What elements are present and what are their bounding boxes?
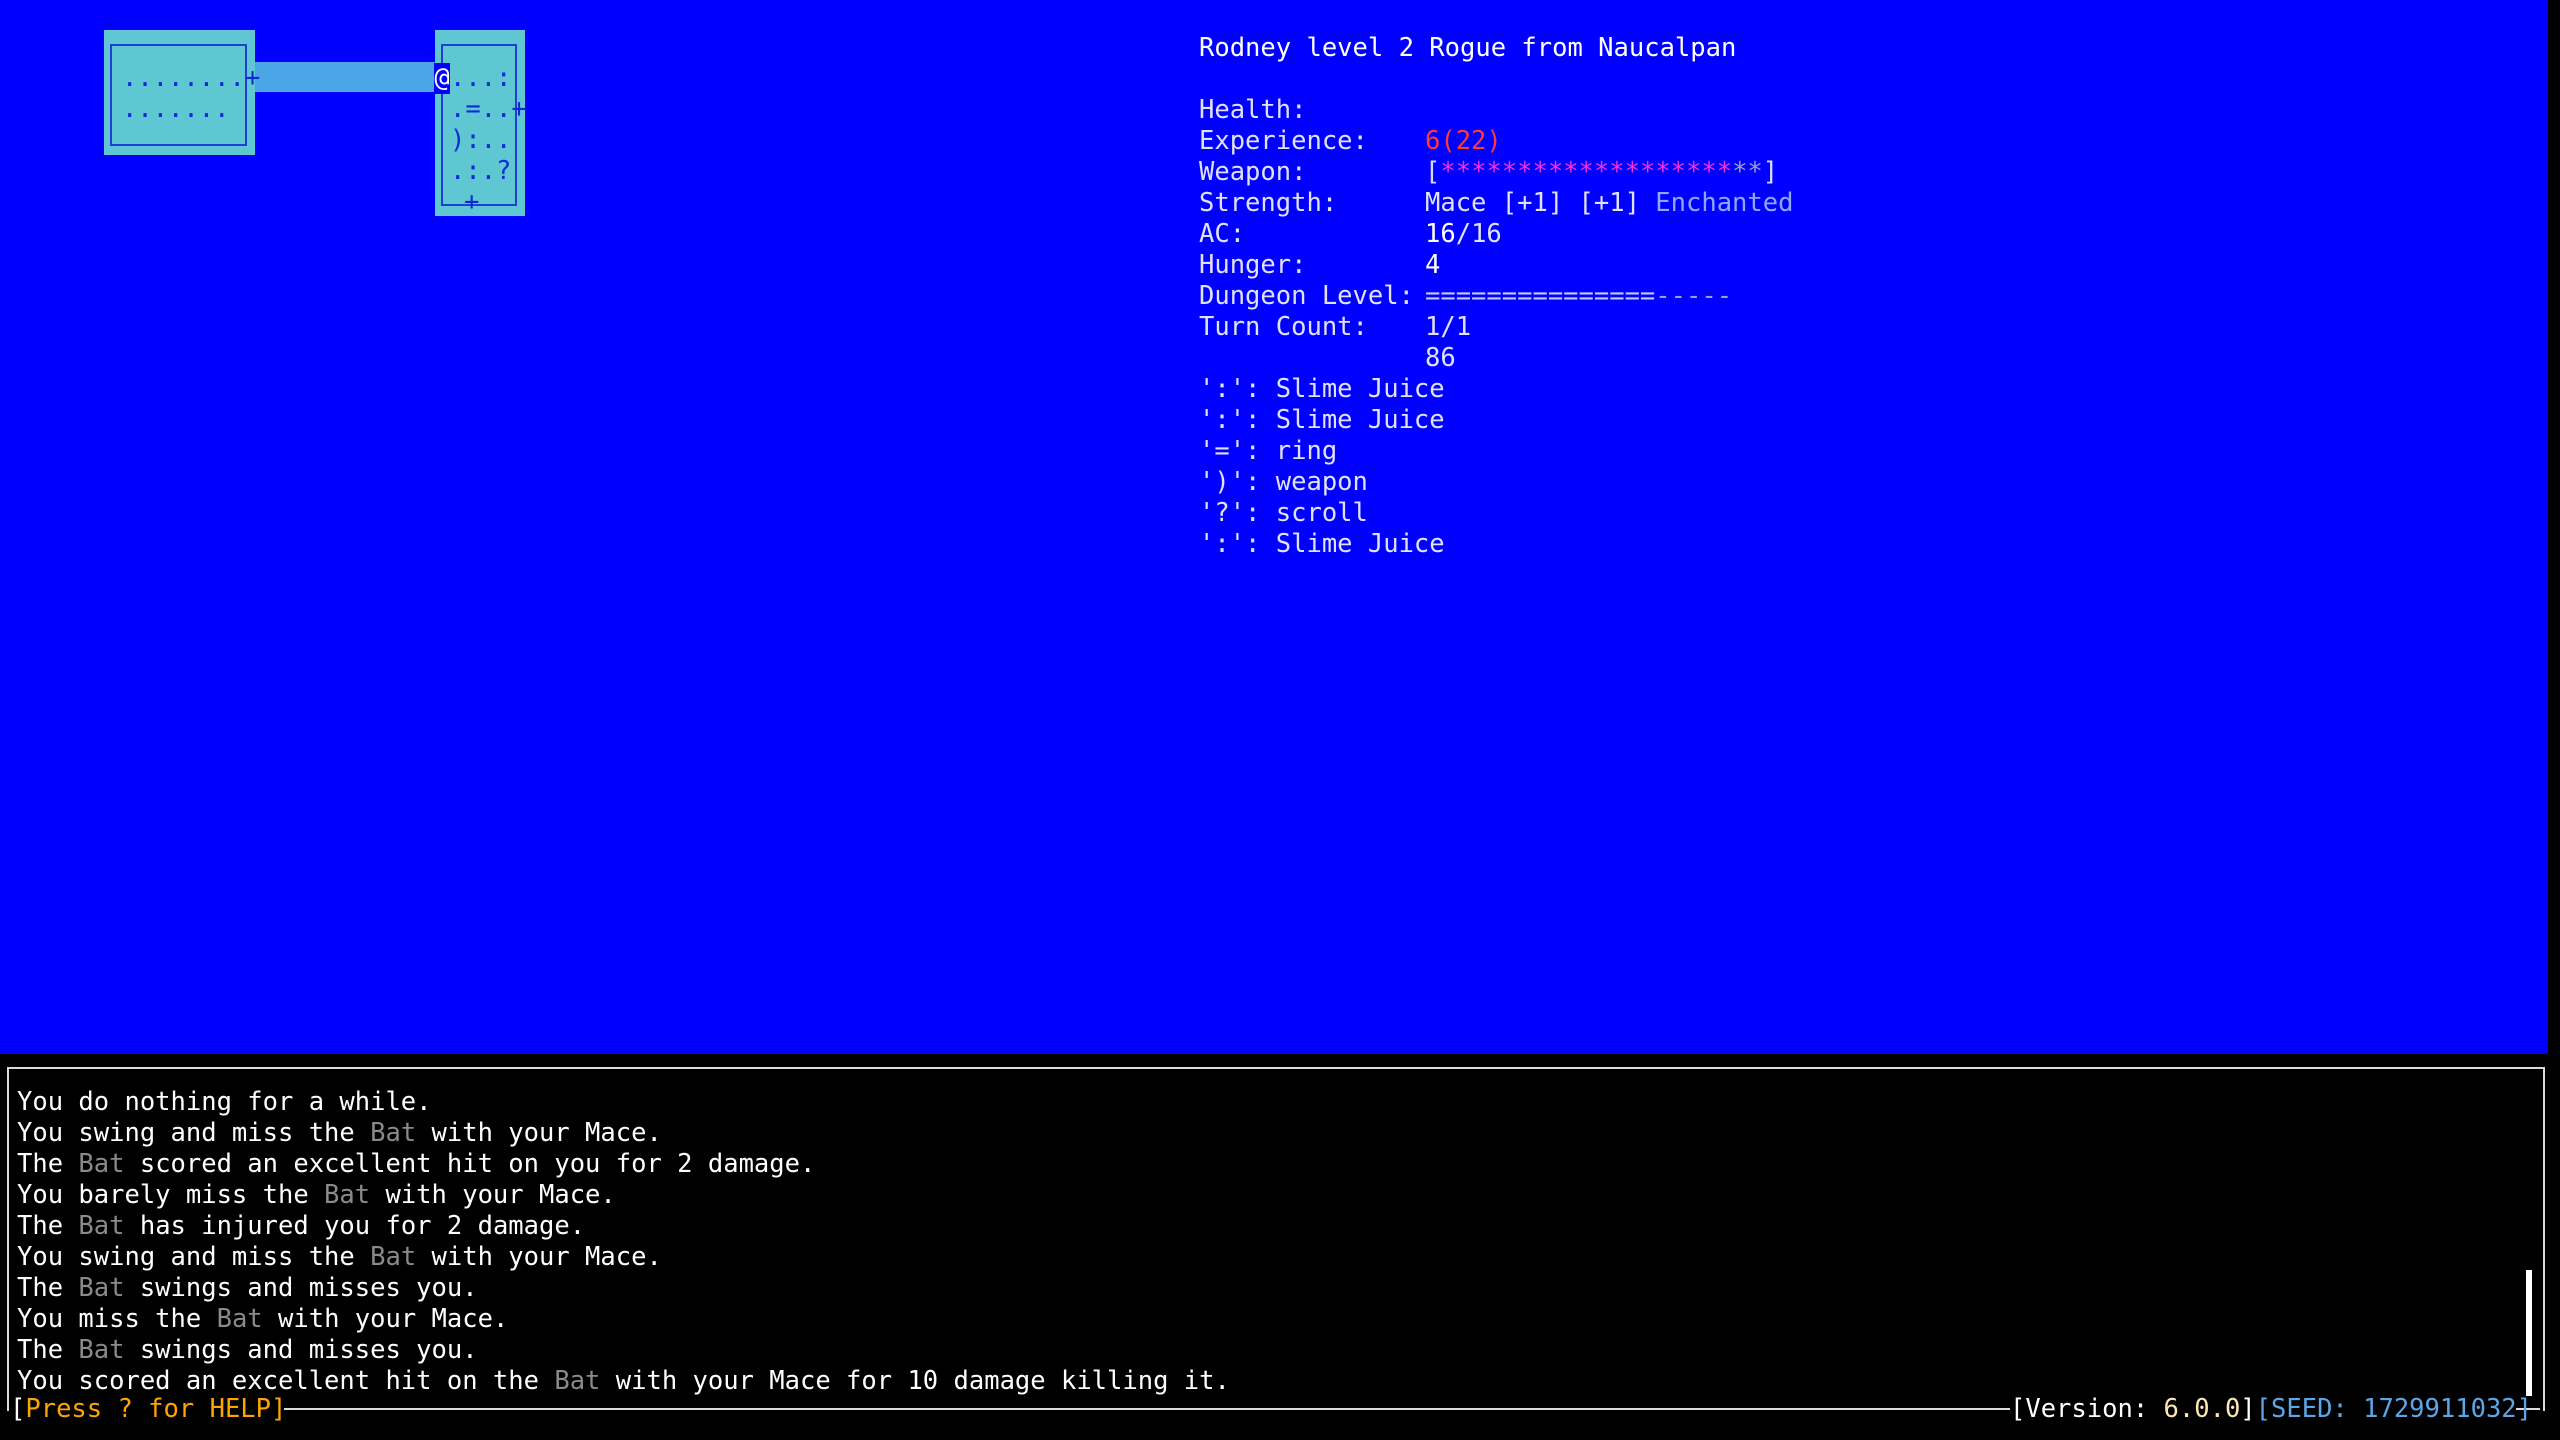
bar-bracket: [	[1425, 157, 1441, 187]
log-text: scored an excellent hit on you for 2 dam…	[124, 1149, 816, 1179]
monster-name: Bat	[370, 1242, 417, 1272]
map-row: .=..+	[450, 94, 527, 124]
log-text: with your Mace.	[370, 1180, 616, 1210]
map-row: ........+	[122, 63, 261, 93]
character-title: Rodney level 2 Rogue from Naucalpan	[1199, 33, 1737, 63]
monster-name: Bat	[216, 1304, 263, 1334]
ac-value: 4	[1425, 250, 1441, 280]
log-text: The	[17, 1149, 79, 1179]
monster-name: Bat	[370, 1118, 417, 1148]
strength-value: 16/16	[1425, 219, 1502, 250]
map-row: ...:	[450, 63, 512, 93]
log-text: You swing and miss the	[17, 1118, 371, 1148]
map-row: +	[464, 187, 480, 217]
stat-dungeon-level: Dungeon Level: 1/1	[1199, 250, 1471, 342]
monster-name: Bat	[78, 1273, 125, 1303]
window-edge	[2548, 0, 2560, 1054]
log-text: You do nothing for a while.	[17, 1087, 432, 1117]
log-border-bottom	[284, 1408, 2010, 1410]
map-corridor	[255, 62, 435, 92]
version-label: [Version:	[2010, 1394, 2164, 1424]
version-info: [Version: 6.0.0][SEED: 1729911032]	[2010, 1394, 2532, 1425]
log-message: You barely miss the Bat with your Mace.	[17, 1180, 616, 1211]
monster-name: Bat	[554, 1366, 601, 1396]
help-label: Press ? for HELP	[25, 1394, 271, 1424]
inventory-item: '=': ring	[1199, 436, 1338, 466]
inventory-item: ':': Slime Juice	[1199, 529, 1445, 559]
stat-hunger: Hunger: ===============-----	[1199, 219, 1732, 311]
help-bracket: [	[10, 1394, 26, 1424]
experience-bar: [*********************]	[1425, 157, 1778, 188]
weapon-name: Mace [+1] [+1]	[1425, 188, 1640, 218]
map-row: .:.?	[450, 156, 512, 186]
monster-name: Bat	[324, 1180, 371, 1210]
map-row: .......	[122, 94, 230, 124]
inventory-item: '?': scroll	[1199, 498, 1368, 528]
strength-max: /16	[1455, 219, 1502, 249]
game-screen: ........+ ....... @ ...: .=..+ ):.. .:.?…	[0, 0, 2560, 1440]
log-message: The Bat swings and misses you.	[17, 1335, 478, 1366]
log-message: You do nothing for a while.	[17, 1087, 432, 1118]
help-hint[interactable]: [Press ? for HELP]	[10, 1394, 286, 1425]
log-text: with your Mace.	[262, 1304, 509, 1334]
log-text: You swing and miss the	[17, 1242, 371, 1272]
log-message: You miss the Bat with your Mace.	[17, 1304, 508, 1335]
log-message: You scored an excellent hit on the Bat w…	[17, 1366, 1230, 1397]
log-text: You barely miss the	[17, 1180, 325, 1210]
log-text: has injured you for 2 damage.	[124, 1211, 586, 1241]
log-text: The	[17, 1335, 79, 1365]
stat-weapon: Weapon: Mace [+1] [+1] Enchanted	[1199, 126, 1793, 218]
log-text: swings and misses you.	[124, 1335, 478, 1365]
log-message: The Bat scored an excellent hit on you f…	[17, 1149, 815, 1180]
map-row: ):..	[450, 125, 512, 155]
version-number: 6.0.0	[2163, 1394, 2241, 1424]
hunger-bar: ===============-----	[1425, 281, 1732, 312]
hunger-empty: -----	[1655, 281, 1733, 311]
help-bracket: ]	[271, 1394, 287, 1424]
character-stats-panel: Rodney level 2 Rogue from Naucalpan Heal…	[1199, 2, 1793, 839]
version-bracket: ]	[2240, 1394, 2256, 1424]
log-text: with your Mace for 10 damage killing it.	[600, 1366, 1230, 1396]
stat-experience: Experience: [*********************]	[1199, 95, 1778, 187]
log-text: swings and misses you.	[124, 1273, 478, 1303]
monster-name: Bat	[78, 1149, 125, 1179]
stat-turn-count: Turn Count: 86	[1199, 281, 1456, 373]
monster-name: Bat	[78, 1211, 125, 1241]
log-message: The Bat swings and misses you.	[17, 1273, 478, 1304]
bar-bracket: ]	[1762, 157, 1779, 187]
dungeon-level-value: 1/1	[1425, 312, 1472, 342]
log-text: with your Mace.	[416, 1118, 662, 1148]
monster-name: Bat	[78, 1335, 125, 1365]
log-text: You scored an excellent hit on the	[17, 1366, 555, 1396]
dungeon-view: ........+ ....... @ ...: .=..+ ):.. .:.?…	[0, 0, 2548, 1054]
seed-value: [SEED: 1729911032]	[2255, 1394, 2532, 1424]
inventory-item: ':': Slime Juice	[1199, 405, 1445, 435]
health-value: 6(22)	[1425, 126, 1502, 156]
turn-count-value: 86	[1425, 343, 1456, 373]
stat-strength: Strength: 16/16	[1199, 157, 1502, 249]
log-text: The	[17, 1211, 79, 1241]
strength-current: 16	[1425, 219, 1456, 249]
player-character: @	[434, 63, 450, 94]
stat-health: Health: 6(22)	[1199, 64, 1502, 156]
log-text: with your Mace.	[416, 1242, 662, 1272]
log-text: The	[17, 1273, 79, 1303]
log-message: You swing and miss the Bat with your Mac…	[17, 1242, 662, 1273]
weapon-value: Mace [+1] [+1] Enchanted	[1425, 188, 1793, 219]
experience-empty: **	[1732, 157, 1763, 187]
stat-ac: AC: 4	[1199, 188, 1440, 280]
log-message: The Bat has injured you for 2 damage.	[17, 1211, 585, 1242]
stat-label: Turn Count:	[1199, 312, 1368, 342]
inventory-item: ')': weapon	[1199, 467, 1368, 497]
experience-fill: *******************	[1440, 157, 1733, 187]
log-text: You miss the	[17, 1304, 217, 1334]
weapon-enchant: Enchanted	[1655, 188, 1794, 218]
log-message: You swing and miss the Bat with your Mac…	[17, 1118, 662, 1149]
inventory-item: ':': Slime Juice	[1199, 374, 1445, 404]
log-scrollbar[interactable]	[2526, 1270, 2532, 1396]
message-log[interactable]: You do nothing for a while. You swing and…	[7, 1067, 2545, 1411]
hunger-fill: ===============	[1425, 281, 1656, 311]
